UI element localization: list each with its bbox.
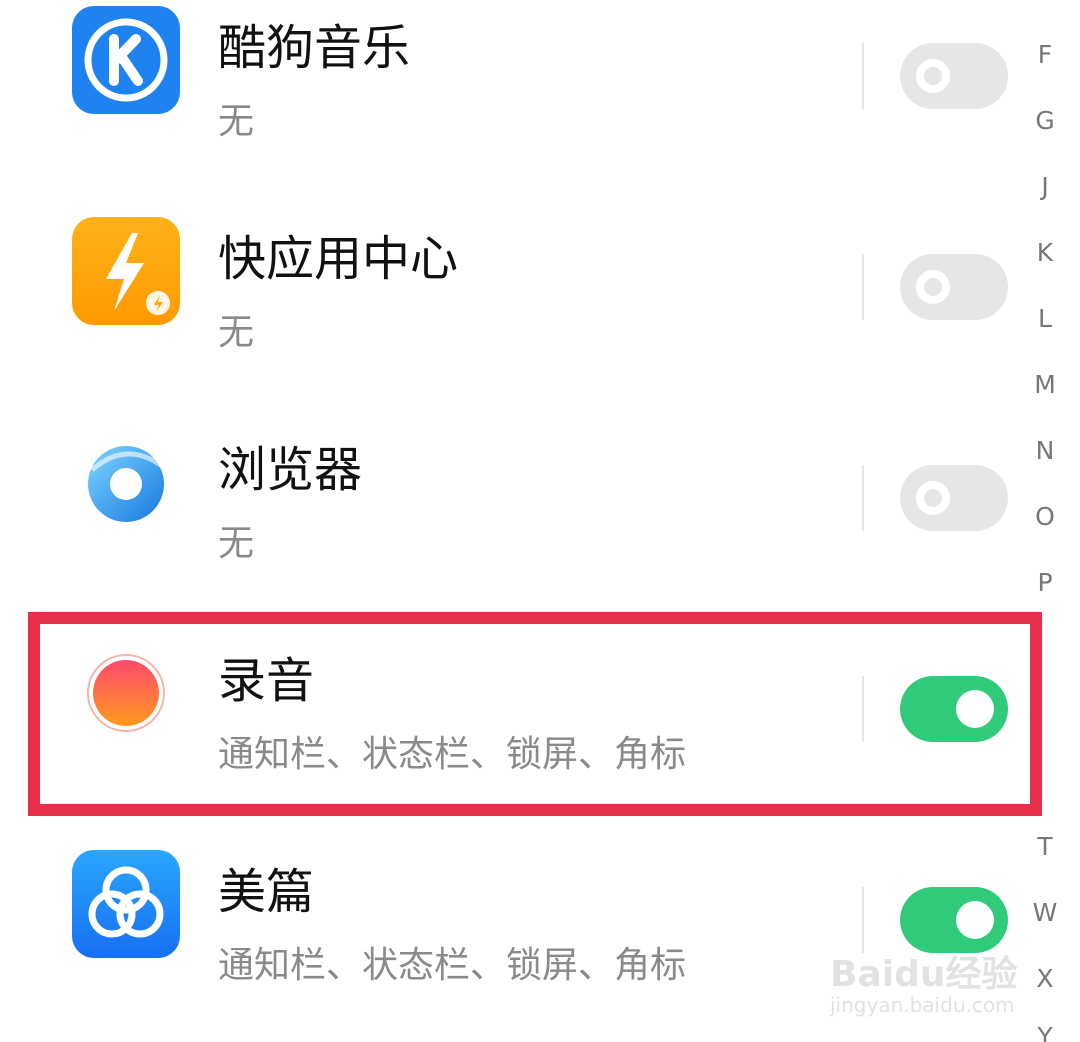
app-permissions: 无	[218, 312, 255, 353]
index-letter-l[interactable]: L	[1030, 304, 1060, 333]
app-permissions: 无	[218, 101, 255, 142]
highlight-annotation-box	[28, 612, 1042, 816]
toggle-knob	[916, 59, 950, 93]
meipian-icon	[72, 850, 180, 958]
alphabet-index-bar[interactable]: F G J K L M N O P T W X Y	[1030, 0, 1060, 1042]
app-permissions: 无	[218, 523, 255, 564]
app-row-quick-app-center[interactable]: 快应用中心 无	[0, 211, 1030, 422]
index-letter-j[interactable]: J	[1030, 172, 1060, 201]
notification-toggle[interactable]	[900, 43, 1008, 109]
index-letter-m[interactable]: M	[1030, 370, 1060, 399]
kugou-music-icon	[72, 6, 180, 114]
notification-toggle[interactable]	[900, 465, 1008, 531]
app-permissions: 通知栏、状态栏、锁屏、角标	[218, 945, 687, 986]
toggle-knob	[916, 481, 950, 515]
divider	[862, 254, 864, 320]
index-letter-k[interactable]: K	[1030, 238, 1060, 267]
index-letter-w[interactable]: W	[1030, 898, 1060, 927]
app-name: 快应用中心	[218, 231, 459, 287]
toggle-knob	[956, 901, 994, 939]
index-letter-x[interactable]: X	[1030, 964, 1060, 993]
notification-toggle[interactable]	[900, 254, 1008, 320]
toggle-knob	[916, 270, 950, 304]
index-letter-n[interactable]: N	[1030, 436, 1060, 465]
index-letter-p[interactable]: P	[1030, 568, 1060, 597]
watermark-brand: Baidu经验	[830, 954, 1018, 995]
divider	[862, 43, 864, 109]
baidu-jingyan-watermark: Baidu经验 jingyan.baidu.com	[830, 945, 1030, 1025]
index-letter-f[interactable]: F	[1030, 40, 1060, 69]
app-name: 浏览器	[218, 442, 363, 498]
index-letter-y[interactable]: Y	[1030, 1022, 1060, 1042]
app-row-kugou[interactable]: 酷狗音乐 无	[0, 0, 1030, 211]
app-row-browser[interactable]: 浏览器 无	[0, 422, 1030, 633]
index-letter-o[interactable]: O	[1030, 502, 1060, 531]
notification-toggle[interactable]	[900, 887, 1008, 953]
app-name: 酷狗音乐	[218, 20, 411, 76]
app-notification-list-screen: 酷狗音乐 无 快应用中心 无 浏览器 无 录音 通知栏、状态栏、锁屏、角标 美篇…	[0, 0, 1080, 1042]
quick-app-center-icon	[72, 217, 180, 325]
app-name: 美篇	[218, 864, 315, 920]
watermark-url: jingyan.baidu.com	[830, 993, 1015, 1017]
browser-icon	[72, 430, 180, 538]
index-letter-g[interactable]: G	[1030, 106, 1060, 135]
index-letter-t[interactable]: T	[1030, 832, 1060, 861]
divider	[862, 465, 864, 531]
divider	[862, 887, 864, 953]
